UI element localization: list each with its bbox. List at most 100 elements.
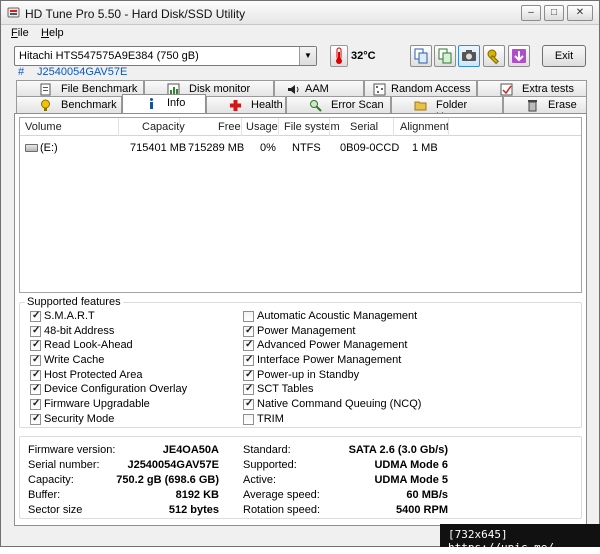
erase-icon bbox=[528, 100, 537, 112]
chevron-down-icon[interactable]: ▼ bbox=[299, 47, 316, 65]
serial-number-label: Serial number: bbox=[28, 459, 100, 471]
cell-free: 715289 MB bbox=[188, 142, 245, 154]
standard-value: SATA 2.6 (3.0 Gb/s) bbox=[348, 444, 448, 456]
wrench-icon bbox=[487, 49, 499, 65]
tab-info[interactable]: Info bbox=[122, 94, 206, 113]
checkbox[interactable] bbox=[30, 413, 41, 425]
menu-file[interactable]: File bbox=[11, 27, 29, 39]
menu-help-label: elp bbox=[48, 27, 64, 39]
save-button[interactable] bbox=[508, 45, 530, 67]
checkbox[interactable] bbox=[243, 325, 254, 337]
tab-health[interactable]: Health bbox=[206, 96, 286, 113]
firmware-version-value: JE4OA50A bbox=[162, 444, 219, 456]
feature-label: Write Cache bbox=[44, 354, 105, 366]
menu-bar: File Help bbox=[1, 25, 599, 42]
checkbox[interactable] bbox=[30, 325, 41, 337]
cell-capacity: 715401 MB bbox=[130, 142, 187, 154]
cell-usage: 0% bbox=[260, 142, 276, 154]
col-volume[interactable]: Volume bbox=[25, 121, 62, 133]
feature-label: Device Configuration Overlay bbox=[44, 383, 188, 395]
feature-label: Security Mode bbox=[44, 413, 115, 425]
feature-label: TRIM bbox=[257, 413, 284, 425]
benchmark-icon bbox=[41, 99, 50, 111]
exit-button[interactable]: Exit bbox=[542, 45, 586, 67]
tab-label: AAM bbox=[305, 83, 329, 95]
options-button[interactable] bbox=[483, 45, 505, 67]
checkbox[interactable] bbox=[243, 398, 254, 410]
col-free[interactable]: Free bbox=[218, 121, 241, 133]
col-usage[interactable]: Usage bbox=[246, 121, 278, 133]
menu-file-accel: F bbox=[11, 27, 18, 39]
minimize-icon: – bbox=[528, 7, 534, 18]
tab-label: Erase bbox=[548, 99, 577, 111]
checkbox[interactable] bbox=[243, 339, 254, 351]
close-button[interactable]: ✕ bbox=[567, 5, 593, 21]
supported-features-group: Supported features S.M.A.R.T 48-bit Addr… bbox=[19, 296, 582, 428]
clipboard-icon bbox=[438, 48, 452, 64]
info-panel: Volume Capacity Free Usage File system S… bbox=[14, 113, 587, 526]
drive-serial: J2540054GAV57E bbox=[37, 66, 128, 78]
checkbox[interactable] bbox=[243, 383, 254, 395]
close-icon: ✕ bbox=[575, 7, 585, 18]
feature-label: Native Command Queuing (NCQ) bbox=[257, 398, 422, 410]
feature-label: Advanced Power Management bbox=[257, 339, 408, 351]
checkbox[interactable] bbox=[30, 310, 41, 322]
capacity-value: 750.2 gB (698.6 GB) bbox=[116, 474, 219, 486]
drive-select-value: Hitachi HTS547575A9E384 (750 gB) bbox=[19, 50, 199, 62]
supported-features-title: Supported features bbox=[25, 296, 123, 308]
cell-file-system: NTFS bbox=[292, 142, 321, 154]
supported-mode-label: Supported: bbox=[243, 459, 297, 471]
cell-alignment: 1 MB bbox=[412, 142, 438, 154]
tab-label: Error Scan bbox=[331, 99, 384, 111]
tab-folder-usage[interactable]: Folder Usage bbox=[391, 96, 503, 123]
volume-list-header: Volume Capacity Free Usage File system S… bbox=[20, 118, 581, 136]
checkbox[interactable] bbox=[30, 398, 41, 410]
checkbox[interactable] bbox=[243, 311, 254, 322]
menu-help[interactable]: Help bbox=[41, 27, 64, 39]
menu-help-accel: H bbox=[41, 27, 49, 39]
feature-label: S.M.A.R.T bbox=[44, 310, 95, 322]
drive-select[interactable]: Hitachi HTS547575A9E384 (750 gB) ▼ bbox=[14, 46, 317, 66]
extra-tests-icon bbox=[500, 83, 513, 96]
feature-label: Host Protected Area bbox=[44, 369, 143, 381]
col-file-system[interactable]: File system bbox=[284, 121, 340, 133]
sector-size-label: Sector size bbox=[28, 504, 83, 516]
col-serial[interactable]: Serial bbox=[350, 121, 378, 133]
volume-list[interactable]: Volume Capacity Free Usage File system S… bbox=[19, 117, 582, 293]
tab-aam[interactable]: AAM bbox=[274, 80, 364, 97]
sector-size-value: 512 bytes bbox=[168, 504, 219, 516]
col-alignment[interactable]: Alignment bbox=[400, 121, 449, 133]
supported-mode-value: UDMA Mode 6 bbox=[374, 459, 448, 471]
tab-error-scan[interactable]: Error Scan bbox=[286, 96, 391, 113]
camera-icon bbox=[462, 50, 476, 61]
random-access-icon bbox=[373, 83, 386, 96]
firmware-version-label: Firmware version: bbox=[28, 444, 116, 456]
active-mode-value: UDMA Mode 5 bbox=[374, 474, 448, 486]
copy-info-button[interactable] bbox=[410, 45, 432, 67]
checkbox[interactable] bbox=[30, 383, 41, 395]
tab-benchmark[interactable]: Benchmark bbox=[16, 96, 122, 113]
checkbox[interactable] bbox=[30, 369, 41, 381]
minimize-button[interactable]: – bbox=[521, 5, 541, 21]
maximize-button[interactable]: □ bbox=[544, 5, 564, 21]
save-log-button[interactable] bbox=[434, 45, 456, 67]
tab-random-access[interactable]: Random Access bbox=[364, 80, 477, 97]
speaker-icon bbox=[288, 85, 299, 94]
app-window: HD Tune Pro 5.50 - Hard Disk/SSD Utility… bbox=[0, 0, 600, 547]
capacity-label: Capacity: bbox=[28, 474, 74, 486]
checkbox[interactable] bbox=[243, 354, 254, 366]
tab-extra-tests[interactable]: Extra tests bbox=[477, 80, 587, 97]
buffer-value: 8192 KB bbox=[175, 489, 219, 501]
checkbox[interactable] bbox=[243, 414, 254, 425]
menu-file-label: ile bbox=[17, 27, 29, 39]
thermometer-icon bbox=[330, 45, 348, 67]
file-benchmark-icon bbox=[40, 83, 51, 96]
checkbox[interactable] bbox=[243, 369, 254, 381]
checkbox[interactable] bbox=[30, 354, 41, 366]
title-bar[interactable]: HD Tune Pro 5.50 - Hard Disk/SSD Utility… bbox=[1, 1, 599, 25]
tab-erase[interactable]: Erase bbox=[503, 96, 587, 113]
checkbox[interactable] bbox=[30, 339, 41, 351]
tab-label: Benchmark bbox=[61, 99, 117, 111]
app-icon bbox=[7, 7, 20, 18]
screenshot-button[interactable] bbox=[458, 45, 480, 67]
